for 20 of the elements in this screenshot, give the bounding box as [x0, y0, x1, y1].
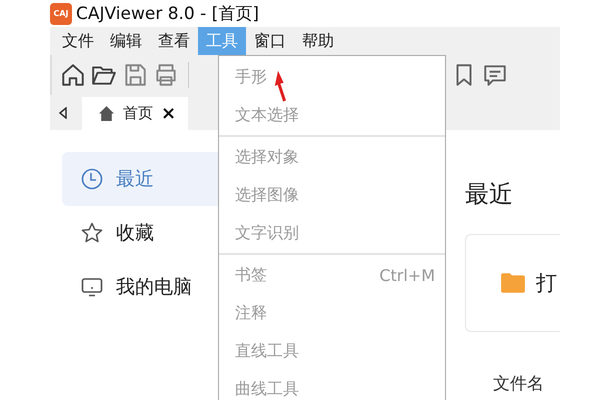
- menu-item[interactable]: 窗口: [246, 27, 294, 55]
- tab[interactable]: 首页 ×: [82, 97, 188, 130]
- home-icon[interactable]: [60, 62, 86, 88]
- column-header[interactable]: 文件名: [493, 372, 544, 395]
- home-icon: [98, 105, 115, 122]
- section-heading: 最近: [465, 179, 514, 210]
- monitor-icon: [80, 275, 104, 299]
- app-logo: CAJ: [50, 2, 72, 24]
- close-icon[interactable]: ×: [161, 103, 176, 124]
- menu-item[interactable]: 文件: [54, 27, 102, 55]
- scroll-left-icon[interactable]: [58, 106, 68, 118]
- clock-icon: [80, 167, 104, 191]
- menu-item[interactable]: 帮助: [294, 27, 342, 55]
- window-title: CAJViewer 8.0 - [首页]: [76, 3, 259, 25]
- folder-icon: [500, 272, 526, 294]
- shortcut-text: Ctrl+M: [379, 266, 435, 284]
- star-icon: [80, 221, 104, 245]
- menu-item[interactable]: 查看: [150, 27, 198, 55]
- open-file-card[interactable]: 打: [465, 234, 560, 332]
- menu-item[interactable]: 编辑: [102, 27, 150, 55]
